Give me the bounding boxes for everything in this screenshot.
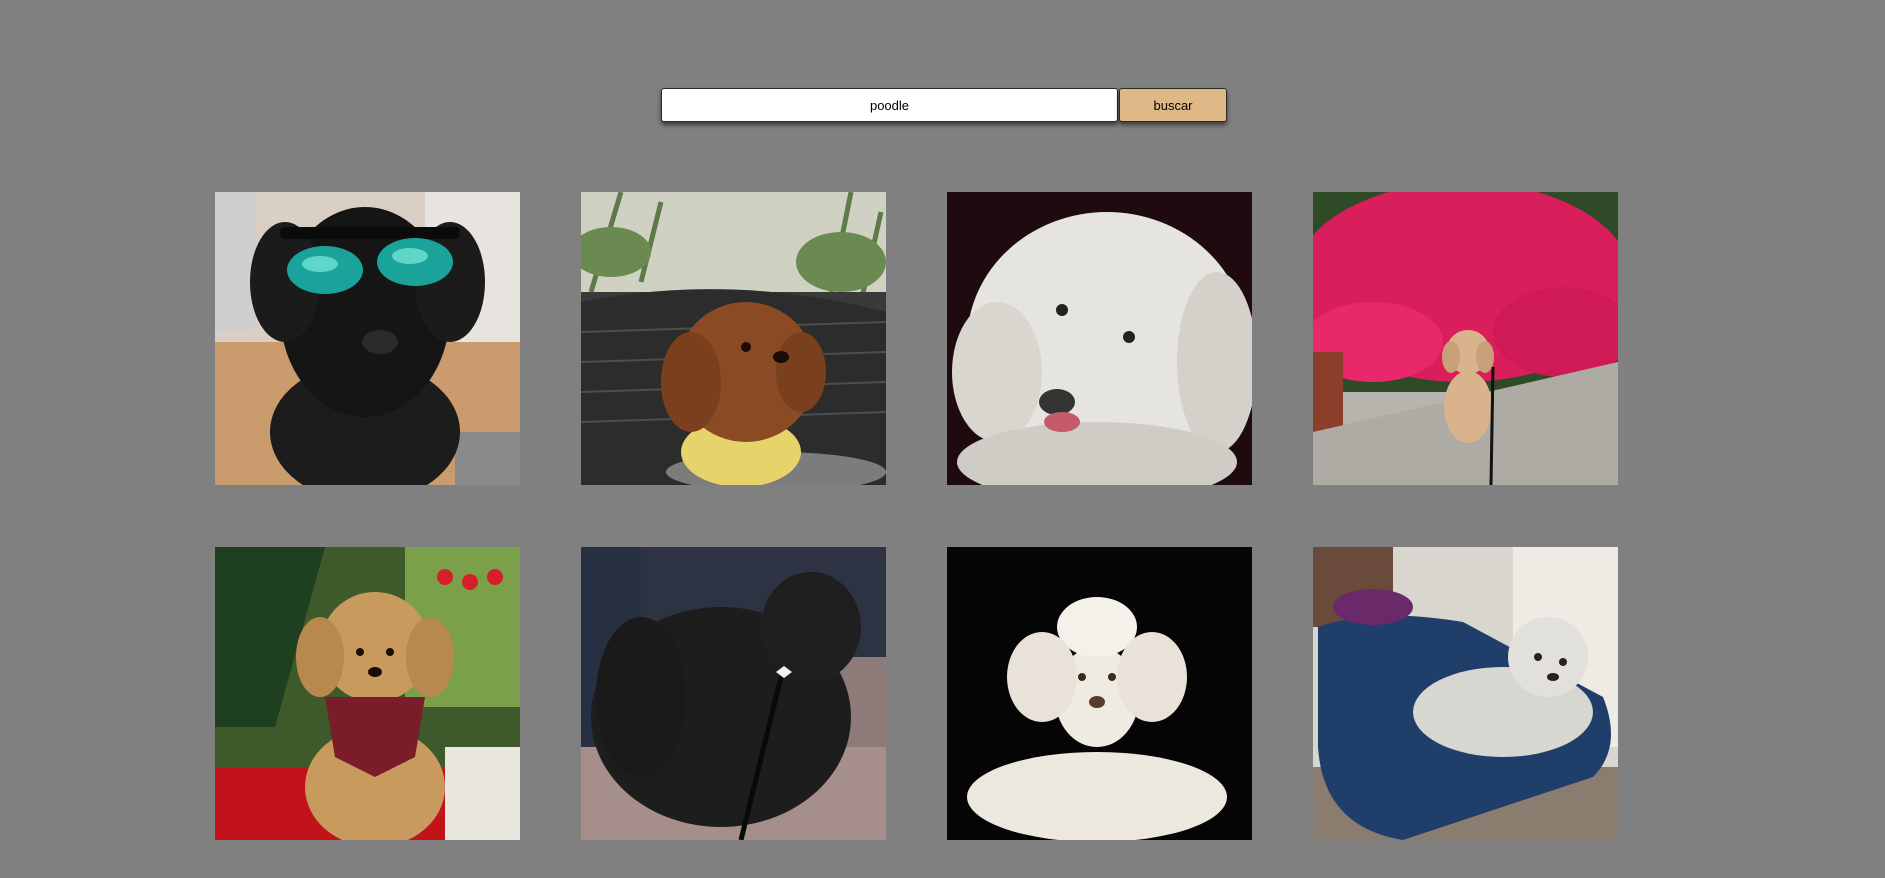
search-button[interactable]: buscar bbox=[1119, 88, 1227, 122]
white-poodle-black-background-photo bbox=[947, 547, 1252, 840]
gallery-image-7[interactable] bbox=[947, 547, 1252, 840]
gallery-image-1[interactable] bbox=[215, 192, 520, 485]
search-bar: buscar bbox=[661, 88, 1227, 122]
gallery-image-4[interactable] bbox=[1313, 192, 1618, 485]
brown-poodle-wicker-chair-photo bbox=[581, 192, 886, 485]
black-poodle-on-leash-photo bbox=[581, 547, 886, 840]
gallery-image-8[interactable] bbox=[1313, 547, 1618, 840]
gallery-image-2[interactable] bbox=[581, 192, 886, 485]
black-poodle-sunglasses-photo bbox=[215, 192, 520, 485]
white-poodle-blue-bed-photo bbox=[1313, 547, 1618, 840]
gallery-image-3[interactable] bbox=[947, 192, 1252, 485]
white-curly-poodle-closeup-photo bbox=[947, 192, 1252, 485]
gallery-image-5[interactable] bbox=[215, 547, 520, 840]
image-gallery bbox=[215, 192, 1618, 840]
apricot-poodle-pink-flowers-photo bbox=[1313, 192, 1618, 485]
apricot-poodle-christmas-photo bbox=[215, 547, 520, 840]
search-input[interactable] bbox=[661, 88, 1118, 122]
gallery-image-6[interactable] bbox=[581, 547, 886, 840]
